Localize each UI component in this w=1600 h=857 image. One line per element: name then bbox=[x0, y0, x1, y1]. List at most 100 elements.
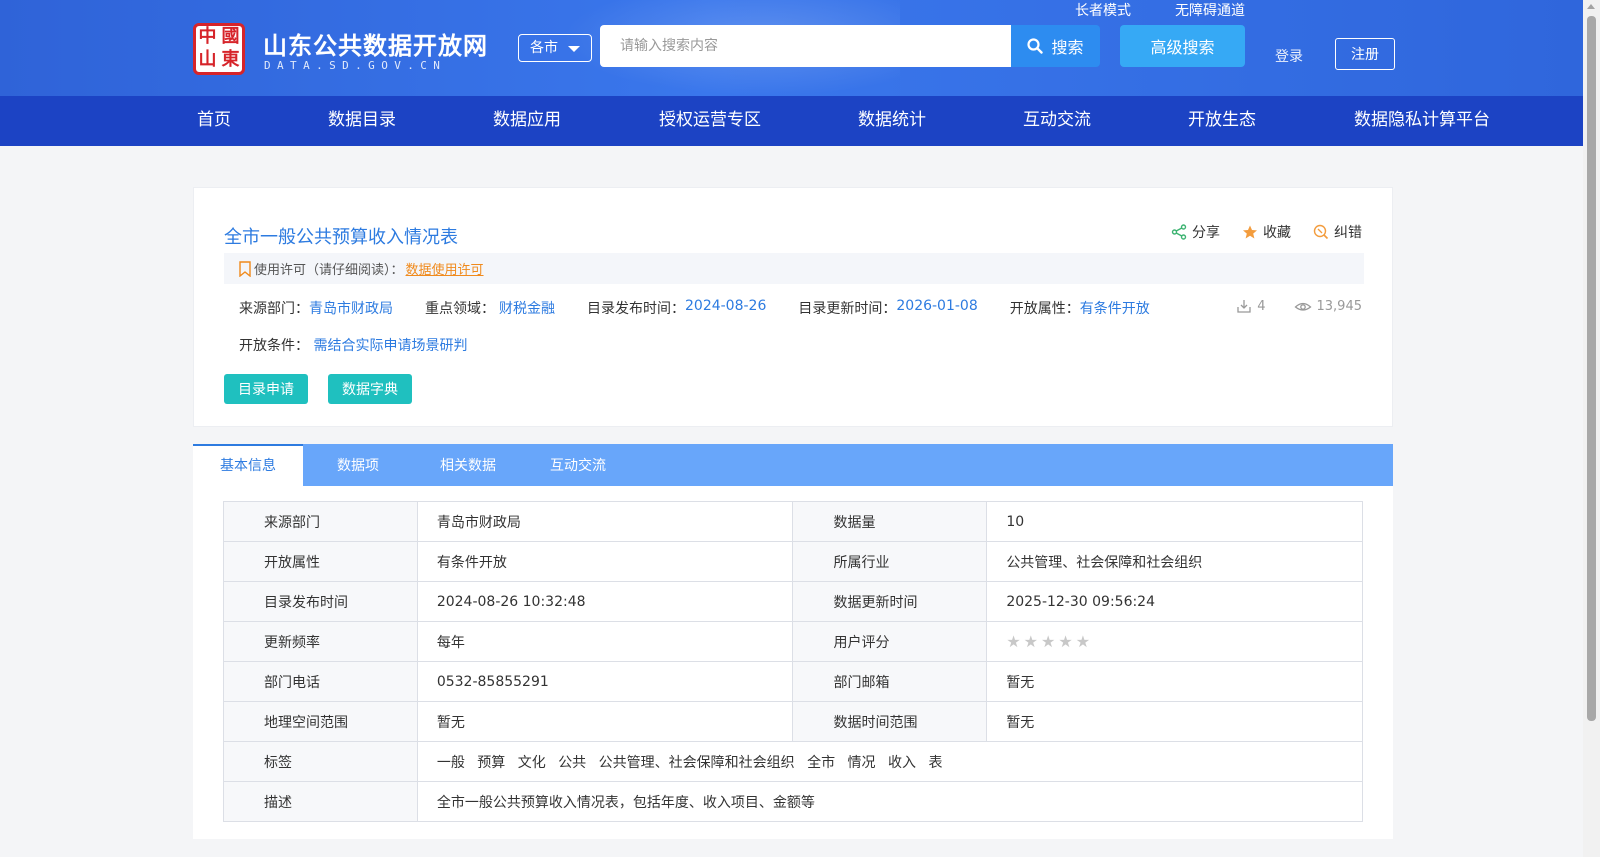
star-icon[interactable]: ★ bbox=[1058, 632, 1072, 651]
nav-item-statistics[interactable]: 数据统计 bbox=[858, 96, 926, 146]
accessibility-link[interactable]: 无障碍通道 bbox=[1175, 0, 1245, 20]
row-label: 来源部门 bbox=[223, 501, 418, 542]
row-value: 公共管理、社会保障和社会组织 bbox=[986, 541, 1363, 582]
row-label: 更新频率 bbox=[223, 621, 418, 662]
row-label: 地理空间范围 bbox=[223, 701, 418, 742]
nav-item-ecosystem[interactable]: 开放生态 bbox=[1188, 96, 1256, 146]
report-error-label: 纠错 bbox=[1334, 225, 1362, 241]
scroll-up-arrow-icon[interactable] bbox=[1587, 4, 1595, 9]
basic-info-table: 来源部门 青岛市财政局 数据量 10 开放属性 有条件开放 所属行业 公共管理、… bbox=[223, 501, 1364, 822]
region-select-label: 各市 bbox=[530, 40, 558, 56]
meta-updated-label: 目录更新时间： bbox=[798, 301, 897, 317]
download-count: 4 bbox=[1236, 298, 1266, 314]
share-icon bbox=[1171, 224, 1187, 240]
elder-mode-link[interactable]: 长者模式 bbox=[1075, 0, 1131, 20]
description-value: 全市一般公共预算收入情况表，包括年度、收入项目、金额等 bbox=[416, 781, 1364, 822]
row-value: 每年 bbox=[416, 621, 794, 662]
logo-seal-icon[interactable]: 中 國 山 東 bbox=[193, 23, 245, 75]
dataset-stats: 4 13,945 bbox=[1236, 298, 1362, 314]
meta-source-value[interactable]: 青岛市财政局 bbox=[309, 298, 393, 318]
favorite-button[interactable]: 收藏 bbox=[1242, 222, 1291, 242]
seal-char: 東 bbox=[221, 49, 240, 70]
nav-item-interaction[interactable]: 互动交流 bbox=[1023, 96, 1091, 146]
meta-updated-value: 2026-01-08 bbox=[896, 298, 978, 314]
row-value: 暂无 bbox=[416, 701, 794, 742]
table-row: 描述 全市一般公共预算收入情况表，包括年度、收入项目、金额等 bbox=[223, 781, 1364, 822]
nav-item-catalog[interactable]: 数据目录 bbox=[328, 96, 396, 146]
meta-open-attr-value: 有条件开放 bbox=[1079, 301, 1150, 317]
login-link[interactable]: 登录 bbox=[1275, 46, 1303, 66]
nav-item-authorized-ops[interactable]: 授权运营专区 bbox=[659, 96, 761, 146]
tag-item: 表 bbox=[928, 754, 943, 771]
view-count-value: 13,945 bbox=[1316, 298, 1363, 314]
meta-open-attr-label: 开放属性： bbox=[1009, 301, 1080, 317]
tab-related-data[interactable]: 相关数据 bbox=[413, 444, 523, 486]
table-row: 更新频率 每年 用户评分 ★ ★ ★ ★ ★ bbox=[223, 621, 1363, 662]
tab-interaction[interactable]: 互动交流 bbox=[523, 444, 633, 486]
meta-domain-value[interactable]: 财税金融 bbox=[499, 298, 555, 318]
star-icon[interactable]: ★ bbox=[1024, 632, 1038, 651]
catalog-apply-button[interactable]: 目录申请 bbox=[224, 374, 308, 404]
tag-item: 公共管理、社会保障和社会组织 bbox=[598, 754, 795, 771]
tab-basic-info[interactable]: 基本信息 bbox=[193, 444, 303, 486]
download-count-value: 4 bbox=[1257, 298, 1266, 314]
row-label: 部门电话 bbox=[223, 661, 418, 702]
chevron-down-icon bbox=[568, 46, 580, 52]
seal-char: 中 bbox=[198, 26, 217, 47]
site-header: 中 國 山 東 山东公共数据开放网 DATA.SD.GOV.CN 各市 搜索 高… bbox=[0, 0, 1583, 96]
star-icon[interactable]: ★ bbox=[1076, 632, 1090, 651]
search-icon bbox=[1027, 38, 1044, 54]
table-row: 部门电话 0532-85855291 部门邮箱 暂无 bbox=[223, 661, 1363, 702]
search-button-label: 搜索 bbox=[1051, 38, 1084, 57]
row-label: 部门邮箱 bbox=[792, 661, 988, 702]
meta-source-label: 来源部门： bbox=[239, 301, 309, 317]
star-icon bbox=[1243, 225, 1257, 239]
table-row: 目录发布时间 2024-08-26 10:32:48 数据更新时间 2025-1… bbox=[223, 581, 1363, 622]
row-label: 标签 bbox=[223, 741, 418, 782]
dataset-condition-row: 开放条件： 需结合实际申请场景研判 bbox=[239, 335, 467, 355]
error-correction-icon bbox=[1313, 224, 1329, 240]
tab-data-items[interactable]: 数据项 bbox=[303, 444, 413, 486]
row-label: 用户评分 bbox=[792, 621, 988, 662]
region-select[interactable]: 各市 bbox=[518, 34, 592, 62]
row-value: 2025-12-30 09:56:24 bbox=[986, 581, 1363, 622]
favorite-label: 收藏 bbox=[1263, 225, 1291, 241]
rating-stars[interactable]: ★ ★ ★ ★ ★ bbox=[1006, 632, 1362, 651]
tag-item: 文化 bbox=[517, 754, 546, 771]
page-scrollbar[interactable] bbox=[1583, 0, 1600, 857]
dataset-buttons: 目录申请 数据字典 bbox=[224, 374, 412, 404]
table-row: 开放属性 有条件开放 所属行业 公共管理、社会保障和社会组织 bbox=[223, 541, 1363, 582]
tag-item: 一般 bbox=[436, 754, 465, 771]
tag-item: 收入 bbox=[888, 754, 916, 771]
star-icon[interactable]: ★ bbox=[1006, 632, 1020, 651]
search-input[interactable] bbox=[600, 25, 1012, 67]
eye-icon bbox=[1294, 302, 1311, 311]
data-dictionary-button[interactable]: 数据字典 bbox=[328, 374, 412, 404]
row-value: 10 bbox=[986, 501, 1363, 542]
nav-item-home[interactable]: 首页 bbox=[197, 96, 231, 146]
meta-condition-value: 需结合实际申请场景研判 bbox=[313, 338, 468, 354]
site-title[interactable]: 山东公共数据开放网 bbox=[263, 26, 488, 61]
search-button[interactable]: 搜索 bbox=[1011, 25, 1100, 67]
register-button[interactable]: 注册 bbox=[1335, 38, 1395, 70]
row-label: 开放属性 bbox=[223, 541, 418, 582]
seal-char: 國 bbox=[221, 26, 240, 47]
nav-item-privacy-computing[interactable]: 数据隐私计算平台 bbox=[1354, 96, 1490, 146]
tags-cell: 一般 预算 文化 公共 公共管理、社会保障和社会组织 全市 情况 收入 表 bbox=[416, 741, 1364, 782]
site-domain: DATA.SD.GOV.CN bbox=[264, 59, 447, 72]
nav-item-applications[interactable]: 数据应用 bbox=[493, 96, 561, 146]
row-value: 2024-08-26 10:32:48 bbox=[416, 581, 794, 622]
scrollbar-thumb[interactable] bbox=[1587, 16, 1596, 721]
row-label: 所属行业 bbox=[792, 541, 988, 582]
tag-item: 情况 bbox=[847, 754, 876, 771]
star-icon[interactable]: ★ bbox=[1041, 632, 1055, 651]
row-value: 青岛市财政局 bbox=[416, 501, 794, 542]
report-error-button[interactable]: 纠错 bbox=[1313, 222, 1362, 242]
license-link[interactable]: 数据使用许可 bbox=[406, 259, 484, 278]
advanced-search-button[interactable]: 高级搜索 bbox=[1120, 25, 1245, 67]
dataset-title: 全市一般公共预算收入情况表 bbox=[224, 227, 458, 248]
share-button[interactable]: 分享 bbox=[1171, 222, 1220, 242]
seal-char: 山 bbox=[198, 49, 217, 70]
detail-tabs: 基本信息 数据项 相关数据 互动交流 bbox=[193, 444, 1393, 486]
row-label: 描述 bbox=[223, 781, 418, 822]
